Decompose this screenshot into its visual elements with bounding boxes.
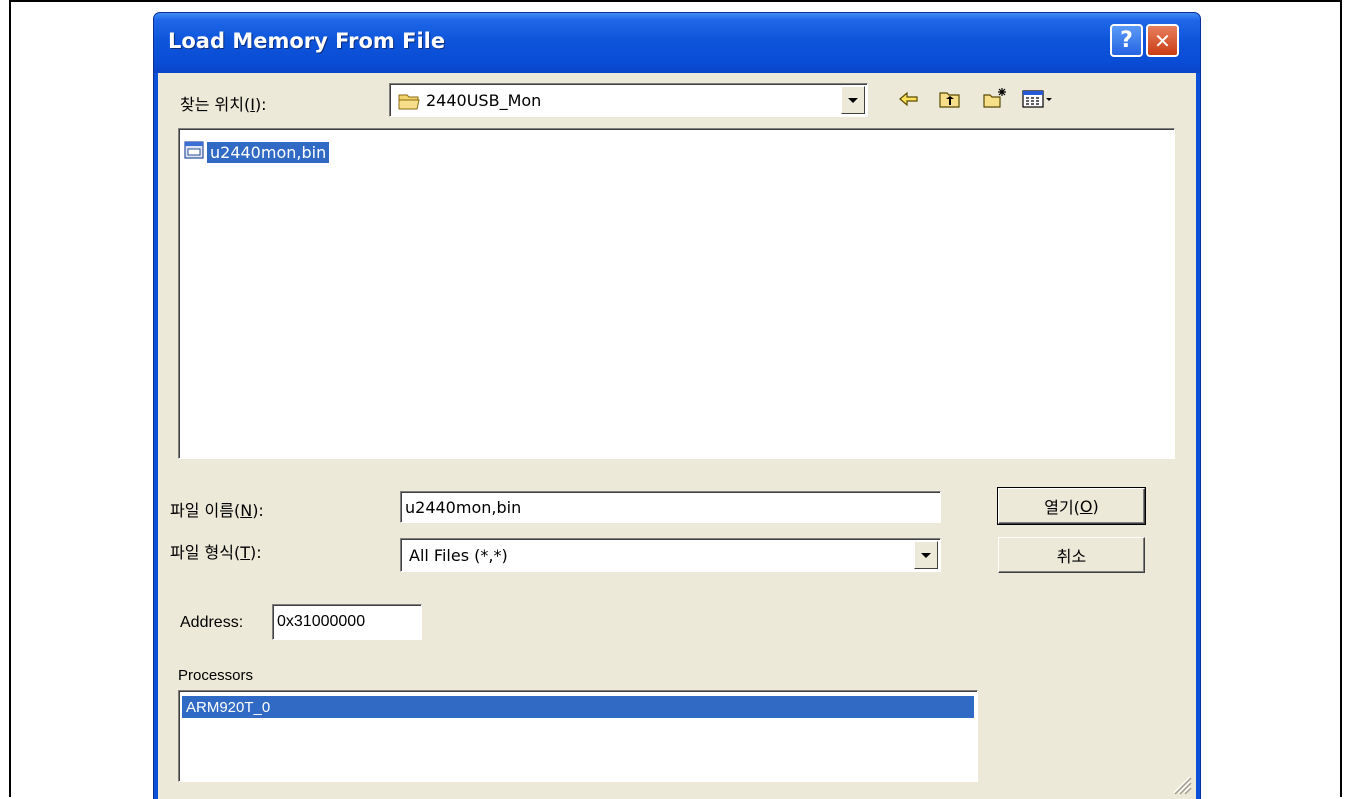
open-label-prefix: 열기( bbox=[1044, 498, 1080, 517]
close-icon: ✕ bbox=[1154, 28, 1171, 53]
title-bar[interactable]: Load Memory From File ? ✕ bbox=[154, 13, 1200, 73]
processors-list[interactable]: ARM920T_0 bbox=[178, 690, 978, 782]
up-folder-icon[interactable] bbox=[938, 89, 962, 113]
file-name-label: 파일 이름(N): bbox=[170, 501, 264, 520]
load-memory-dialog: Load Memory From File ? ✕ 찾는 위치(I): 2440… bbox=[153, 12, 1201, 799]
processors-label: Processors bbox=[178, 667, 254, 684]
help-icon: ? bbox=[1120, 28, 1133, 53]
file-name-value: u2440mon,bin bbox=[405, 497, 522, 517]
address-input[interactable]: 0x31000000 bbox=[272, 604, 422, 640]
folder-icon bbox=[398, 91, 422, 115]
back-arrow-icon[interactable] bbox=[898, 89, 920, 113]
resize-grip-icon[interactable] bbox=[1168, 771, 1192, 795]
help-button[interactable]: ? bbox=[1110, 24, 1143, 57]
binary-file-icon bbox=[183, 139, 205, 165]
address-value: 0x31000000 bbox=[277, 613, 366, 630]
list-item[interactable]: ARM920T_0 bbox=[182, 696, 974, 718]
chevron-down-icon bbox=[848, 97, 858, 103]
look-in-value: 2440USB_Mon bbox=[426, 90, 542, 110]
open-button[interactable]: 열기(O) bbox=[997, 487, 1146, 525]
file-type-combo[interactable]: All Files (*,*) bbox=[400, 538, 941, 572]
dialog-body: 찾는 위치(I): 2440USB_Mon u2440mon,bin 파일 이름… bbox=[158, 73, 1196, 799]
file-type-dropdown-button[interactable] bbox=[914, 541, 938, 569]
chevron-down-icon bbox=[921, 552, 931, 558]
open-label-suffix: ) bbox=[1092, 496, 1099, 516]
file-name: u2440mon,bin bbox=[207, 141, 330, 163]
look-in-combo[interactable]: 2440USB_Mon bbox=[389, 83, 868, 117]
cancel-label: 취소 bbox=[1056, 547, 1087, 566]
file-name-input[interactable]: u2440mon,bin bbox=[400, 491, 941, 523]
processor-name: ARM920T_0 bbox=[186, 698, 271, 716]
look-in-dropdown-button[interactable] bbox=[841, 86, 865, 114]
views-menu-icon[interactable] bbox=[1022, 89, 1054, 113]
file-type-value: All Files (*,*) bbox=[409, 545, 508, 565]
address-label: Address: bbox=[180, 614, 244, 631]
look-in-label: 찾는 위치(I): bbox=[180, 95, 267, 114]
list-item[interactable]: u2440mon,bin bbox=[183, 139, 330, 165]
file-list[interactable]: u2440mon,bin bbox=[178, 128, 1175, 459]
close-button[interactable]: ✕ bbox=[1146, 24, 1179, 57]
open-label-key: O bbox=[1079, 496, 1093, 516]
cancel-button[interactable]: 취소 bbox=[998, 537, 1145, 573]
dialog-title: Load Memory From File bbox=[168, 29, 446, 53]
file-type-label: 파일 형식(T): bbox=[170, 543, 262, 562]
new-folder-icon[interactable] bbox=[982, 87, 1008, 113]
